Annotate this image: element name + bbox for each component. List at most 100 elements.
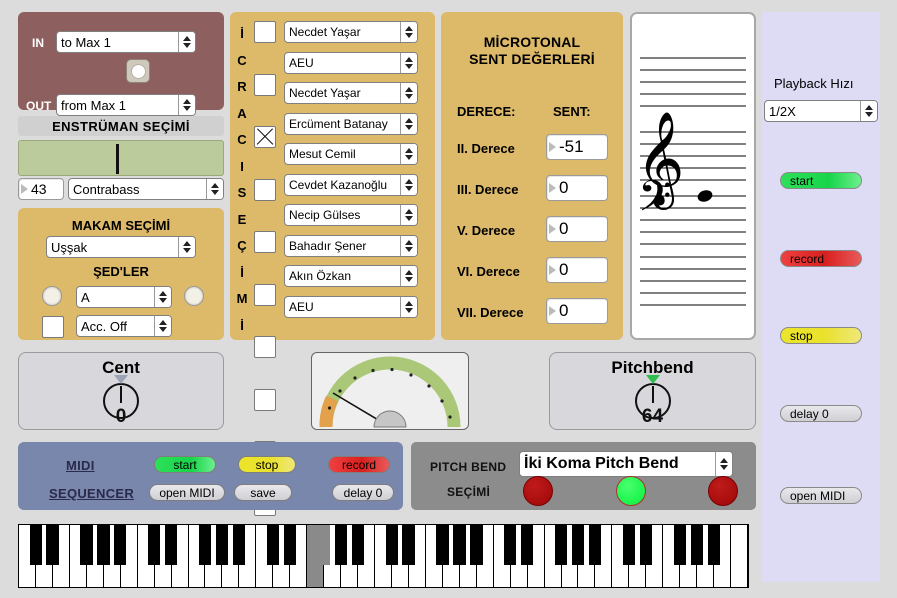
icraci-row-toggle[interactable] (254, 388, 276, 411)
piano-black-key[interactable] (165, 525, 178, 565)
piano-keyboard[interactable] (18, 524, 749, 588)
chevron-updown-icon[interactable] (400, 113, 417, 134)
chevron-updown-icon[interactable] (400, 205, 417, 225)
chevron-updown-icon[interactable] (400, 83, 417, 103)
icraci-row-dropdown[interactable]: Mesut Cemil (284, 143, 418, 165)
piano-black-key[interactable] (707, 525, 720, 565)
icraci-row-dropdown[interactable]: Ercüment Batanay (284, 112, 418, 135)
chevron-updown-icon[interactable] (178, 32, 195, 52)
chevron-updown-icon[interactable] (400, 174, 417, 195)
icraci-row-toggle[interactable] (254, 21, 276, 43)
sidebar-stop-button[interactable]: stop (780, 327, 862, 344)
chevron-updown-icon[interactable] (400, 266, 417, 286)
playback-speed-dropdown[interactable]: 1/2X (764, 100, 878, 122)
piano-black-key[interactable] (588, 525, 602, 565)
chevron-updown-icon[interactable] (400, 22, 417, 42)
chevron-updown-icon[interactable] (400, 52, 417, 73)
icraci-row-toggle[interactable] (254, 178, 276, 201)
icraci-row-dropdown[interactable]: AEU (284, 295, 418, 318)
icraci-row-toggle[interactable] (254, 126, 276, 148)
sequencer-delay-0-button[interactable]: delay 0 (332, 484, 394, 501)
pitch-bend-led[interactable] (616, 476, 646, 506)
piano-black-key[interactable] (199, 525, 212, 565)
piano-black-key[interactable] (80, 525, 93, 565)
piano-black-key[interactable] (114, 525, 127, 565)
accidental-dropdown[interactable]: Acc. Off (76, 315, 172, 337)
piano-black-key[interactable] (46, 525, 59, 565)
pitch-bend-led[interactable] (523, 476, 553, 506)
cent-value-box[interactable]: -51 (546, 134, 608, 160)
chevron-updown-icon[interactable] (400, 144, 417, 164)
sequencer-save-button[interactable]: save (234, 484, 292, 501)
sed-radio-right[interactable] (184, 286, 204, 306)
sidebar-delay-0-button[interactable]: delay 0 (780, 405, 862, 422)
pitch-bend-led[interactable] (708, 476, 738, 506)
sidebar-record-button[interactable]: record (780, 250, 862, 267)
chevron-updown-icon[interactable] (154, 316, 171, 336)
piano-black-key[interactable] (622, 525, 636, 565)
pitch-bend-dropdown[interactable]: İki Koma Pitch Bend (519, 451, 733, 477)
cent-value-box[interactable]: 0 (546, 175, 608, 201)
instrument-slider[interactable] (18, 140, 224, 176)
icraci-row-toggle[interactable] (254, 73, 276, 96)
program-number-box[interactable]: 43 (18, 178, 64, 200)
chevron-updown-icon[interactable] (715, 452, 732, 476)
icraci-row-dropdown[interactable]: Necip Gülses (284, 204, 418, 226)
sequencer-start-button[interactable]: start (154, 456, 216, 473)
chevron-updown-icon[interactable] (178, 237, 195, 257)
chevron-updown-icon[interactable] (206, 179, 223, 199)
piano-black-key[interactable] (504, 525, 517, 565)
piano-black-key[interactable] (673, 525, 686, 565)
icraci-row-toggle[interactable] (254, 336, 276, 358)
piano-black-key[interactable] (29, 525, 42, 565)
icraci-row-toggle[interactable] (254, 231, 276, 253)
cent-value-box[interactable]: 0 (546, 298, 608, 324)
piano-black-key[interactable] (317, 525, 330, 565)
icraci-row-dropdown[interactable]: Necdet Yaşar (284, 82, 418, 104)
icraci-row-dropdown[interactable]: Cevdet Kazanoğlu (284, 173, 418, 196)
midi-in-dropdown[interactable]: to Max 1 (56, 31, 196, 53)
piano-black-key[interactable] (453, 525, 466, 565)
instrument-dropdown[interactable]: Contrabass (68, 178, 224, 200)
sed-radio-left[interactable] (42, 286, 62, 306)
piano-black-key[interactable] (266, 525, 280, 565)
bang-button[interactable] (126, 59, 150, 83)
piano-black-key[interactable] (690, 525, 703, 565)
arc-meter-panel[interactable] (311, 352, 469, 430)
slider-handle[interactable] (116, 144, 119, 174)
piano-black-key[interactable] (470, 525, 483, 565)
piano-black-key[interactable] (334, 525, 347, 565)
piano-black-key[interactable] (351, 525, 364, 565)
piano-black-key[interactable] (572, 525, 585, 565)
icraci-row-dropdown[interactable]: Necdet Yaşar (284, 21, 418, 43)
piano-black-key[interactable] (521, 525, 534, 565)
pitchbend-knob[interactable]: 64 (634, 375, 671, 426)
sidebar-start-button[interactable]: start (780, 172, 862, 189)
music-staff-display[interactable]: 𝄞 𝄢 (630, 12, 756, 340)
accidental-toggle[interactable] (42, 316, 64, 338)
chevron-updown-icon[interactable] (400, 235, 417, 256)
icraci-row-dropdown[interactable]: Bahadır Şener (284, 234, 418, 257)
sequencer-record-button[interactable]: record (328, 456, 390, 473)
sequencer-stop-button[interactable]: stop (238, 456, 296, 473)
sidebar-open-midi-button[interactable]: open MIDI (780, 487, 862, 504)
piano-black-key[interactable] (639, 525, 653, 565)
piano-black-key[interactable] (436, 525, 449, 565)
sed-dropdown[interactable]: A (76, 286, 172, 308)
chevron-updown-icon[interactable] (154, 287, 171, 307)
chevron-updown-icon[interactable] (400, 296, 417, 317)
cent-value-box[interactable]: 0 (546, 257, 608, 283)
makam-dropdown[interactable]: Uşşak (46, 236, 196, 258)
piano-black-key[interactable] (283, 525, 297, 565)
chevron-updown-icon[interactable] (860, 101, 877, 121)
midi-out-dropdown[interactable]: from Max 1 (56, 94, 196, 116)
icraci-row-dropdown[interactable]: AEU (284, 51, 418, 74)
cent-value-box[interactable]: 0 (546, 216, 608, 242)
piano-black-key[interactable] (232, 525, 246, 565)
piano-black-key[interactable] (215, 525, 229, 565)
piano-black-key[interactable] (97, 525, 110, 565)
icraci-row-dropdown[interactable]: Akın Özkan (284, 265, 418, 287)
sequencer-open-midi-button[interactable]: open MIDI (149, 484, 225, 501)
piano-black-key[interactable] (555, 525, 568, 565)
icraci-row-toggle[interactable] (254, 283, 276, 306)
